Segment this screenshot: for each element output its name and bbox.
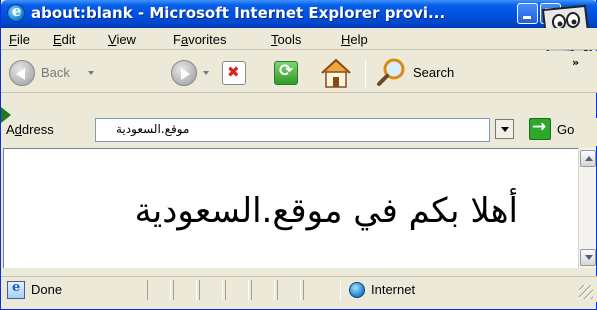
green-arrow-icon (1, 107, 11, 123)
menu-help-key: H (341, 32, 351, 47)
status-pane (277, 280, 301, 300)
go-arrow-icon[interactable] (529, 117, 551, 140)
status-pane (303, 280, 341, 300)
title-bar[interactable]: about:blank - Microsoft Internet Explore… (1, 0, 597, 28)
internet-zone-icon (349, 282, 365, 298)
security-zone-label: Internet (371, 282, 416, 297)
standard-toolbar: Back Search » (1, 51, 597, 93)
ie-logo-icon (7, 2, 25, 22)
resize-grip-icon[interactable] (579, 285, 593, 299)
menu-view-label: iew (116, 32, 136, 47)
toolbar-separator (365, 59, 366, 87)
menu-favorites-label: vorites (188, 32, 227, 47)
scroll-up-icon[interactable] (580, 150, 596, 167)
vertical-scrollbar[interactable] (578, 148, 596, 268)
window-title: about:blank - Microsoft Internet Explore… (31, 4, 446, 22)
scroll-down-icon[interactable] (580, 249, 596, 266)
menu-help[interactable]: Help (341, 32, 368, 47)
menu-file-key: F (9, 32, 17, 47)
search-button-label[interactable]: Search (413, 65, 454, 80)
forward-dropdown-icon[interactable] (203, 71, 209, 75)
menu-bar: File Edit View Favorites Tools Help (1, 28, 597, 50)
menu-edit[interactable]: Edit (53, 32, 75, 47)
browser-window: about:blank - Microsoft Internet Explore… (0, 0, 597, 310)
refresh-icon[interactable] (274, 61, 298, 85)
page-content: أهلا بكم في موقع.السعودية (3, 148, 578, 268)
forward-arrow-icon[interactable] (171, 60, 197, 86)
address-bar: Address موقع.السعودية Go (1, 117, 597, 146)
menu-edit-label: dit (61, 32, 76, 47)
status-text: Done (31, 282, 63, 297)
menu-help-label: elp (350, 32, 368, 47)
search-icon[interactable] (376, 57, 408, 87)
menu-favorites-pre: F (173, 32, 181, 47)
toolbar-overflow-icon[interactable]: » (572, 56, 579, 69)
menu-tools[interactable]: Tools (271, 32, 301, 47)
menu-file[interactable]: File (9, 32, 30, 47)
home-icon[interactable] (319, 57, 353, 89)
back-arrow-icon[interactable] (9, 60, 35, 86)
page-heading: أهلا بكم في موقع.السعودية (134, 191, 518, 231)
status-pane (147, 280, 171, 300)
status-pane (225, 280, 249, 300)
address-label-pre: A (6, 122, 15, 137)
status-bar: Done Internet (1, 276, 597, 302)
status-pane (173, 280, 197, 300)
address-dropdown-icon[interactable] (495, 119, 514, 139)
address-label: Address (6, 122, 54, 137)
back-dropdown-icon[interactable] (88, 71, 94, 75)
menu-edit-key: E (53, 32, 62, 47)
address-label-rest: dress (21, 122, 54, 137)
status-pane (251, 280, 275, 300)
stop-icon[interactable] (222, 61, 246, 85)
menu-favorites[interactable]: Favorites (173, 32, 226, 47)
menu-file-label: ile (16, 32, 30, 47)
address-value[interactable]: موقع.السعودية (116, 122, 189, 136)
go-button-label[interactable]: Go (557, 122, 574, 137)
menu-view[interactable]: View (108, 32, 136, 47)
address-label-key: d (14, 122, 22, 137)
status-pane (199, 280, 223, 300)
back-button-label[interactable]: Back (41, 65, 70, 80)
menu-tools-label: ools (277, 32, 302, 47)
page-done-icon (7, 280, 25, 299)
